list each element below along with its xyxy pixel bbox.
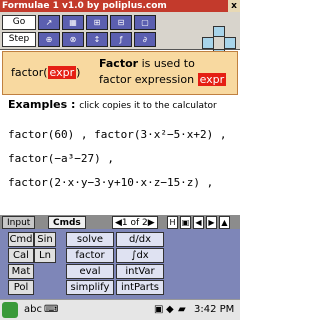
page-indicator[interactable]: ◀1 of 2▶ — [112, 216, 158, 229]
command-panel: Cmd Sin Cal Ln Mat Pol solve factor eval… — [0, 229, 240, 299]
integral-button[interactable]: ∫dx — [116, 248, 164, 263]
example-line[interactable]: factor(−a³−27) , — [8, 152, 114, 165]
var-icon[interactable]: ⊗ — [62, 32, 84, 47]
battery-icon[interactable]: ▰ — [178, 300, 186, 320]
app-title: Formulae 1 v1.0 by poliplus.com — [2, 1, 167, 11]
intvar-button[interactable]: intVar — [116, 264, 164, 279]
definition-box: factor(expr) Factor is used to factor ex… — [2, 51, 238, 95]
syntax-line: factor(expr) — [11, 66, 81, 79]
ln-button[interactable]: Ln — [34, 248, 56, 263]
step-button[interactable]: Step — [2, 32, 36, 47]
title-bar: Formulae 1 v1.0 by poliplus.com x — [0, 0, 240, 12]
var-icon[interactable]: ⊟ — [110, 15, 132, 30]
clock[interactable]: 3:42 PM — [194, 300, 234, 320]
arrow-up-icon[interactable] — [213, 26, 225, 37]
taskbar: abc ⌨ ▣ ◆ ▰ 3:42 PM — [0, 299, 240, 320]
simplify-button[interactable]: simplify — [66, 280, 114, 295]
expr-tag: expr — [47, 66, 77, 79]
close-button[interactable]: x — [228, 0, 240, 12]
network-icon[interactable]: ▣ — [154, 300, 163, 320]
vector-icon[interactable]: ↗ — [38, 15, 60, 30]
intparts-button[interactable]: intParts — [116, 280, 164, 295]
arrow-right-icon[interactable] — [224, 37, 236, 49]
var-icon[interactable]: ƒ — [110, 32, 132, 47]
var-icon[interactable]: ↕ — [86, 32, 108, 47]
input-method[interactable]: abc — [24, 300, 42, 320]
sin-button[interactable]: Sin — [34, 232, 56, 247]
prev-icon[interactable]: ◀ — [193, 216, 204, 229]
matrix-icon[interactable]: ▦ — [62, 15, 84, 30]
examples-panel: Examples : click copies it to the calcul… — [2, 96, 238, 213]
eval-button[interactable]: eval — [66, 264, 114, 279]
pol-button[interactable]: Pol — [8, 280, 34, 295]
arrow-left-icon[interactable] — [202, 37, 214, 49]
factor-button[interactable]: factor — [66, 248, 114, 263]
maximize-icon[interactable]: ▣ — [180, 216, 191, 229]
tab-cmds[interactable]: Cmds — [48, 216, 86, 229]
solve-button[interactable]: solve — [66, 232, 114, 247]
definition-text: Factor is used to factor expression expr — [99, 57, 227, 86]
cal-button[interactable]: Cal — [8, 248, 34, 263]
examples-heading: Examples : click copies it to the calcul… — [8, 98, 217, 111]
next-icon[interactable]: ▶ — [206, 216, 217, 229]
tab-input[interactable]: Input — [2, 216, 36, 229]
tab-bar: Input Cmds ◀1 of 2▶ H ▣ ◀ ▶ ▲ — [0, 215, 240, 229]
h-icon[interactable]: H — [167, 216, 178, 229]
var-icon[interactable]: ⊕ — [38, 32, 60, 47]
cmd-button[interactable]: Cmd — [8, 232, 34, 247]
go-button[interactable]: Go — [2, 15, 36, 30]
speaker-icon[interactable]: ◆ — [166, 300, 174, 320]
expand-icon[interactable]: ▲ — [219, 216, 230, 229]
var-icon[interactable]: ∂ — [134, 32, 156, 47]
example-line[interactable]: factor(60) , factor(3·x²−5·x+2) , — [8, 128, 227, 141]
var-icon[interactable]: ⊞ — [86, 15, 108, 30]
keyboard-icon[interactable]: ⌨ — [44, 300, 58, 320]
derivative-button[interactable]: d/dx — [116, 232, 164, 247]
toolbar: Go Step ↗ ▦ ⊞ ⊟ ▢ ⊕ ⊗ ↕ ƒ ∂ — [0, 12, 240, 60]
example-line[interactable]: factor(2·x·y−3·y+10·x·z−15·z) , — [8, 176, 213, 189]
mat-button[interactable]: Mat — [8, 264, 34, 279]
start-icon[interactable] — [2, 302, 18, 318]
var-icon[interactable]: ▢ — [134, 15, 156, 30]
